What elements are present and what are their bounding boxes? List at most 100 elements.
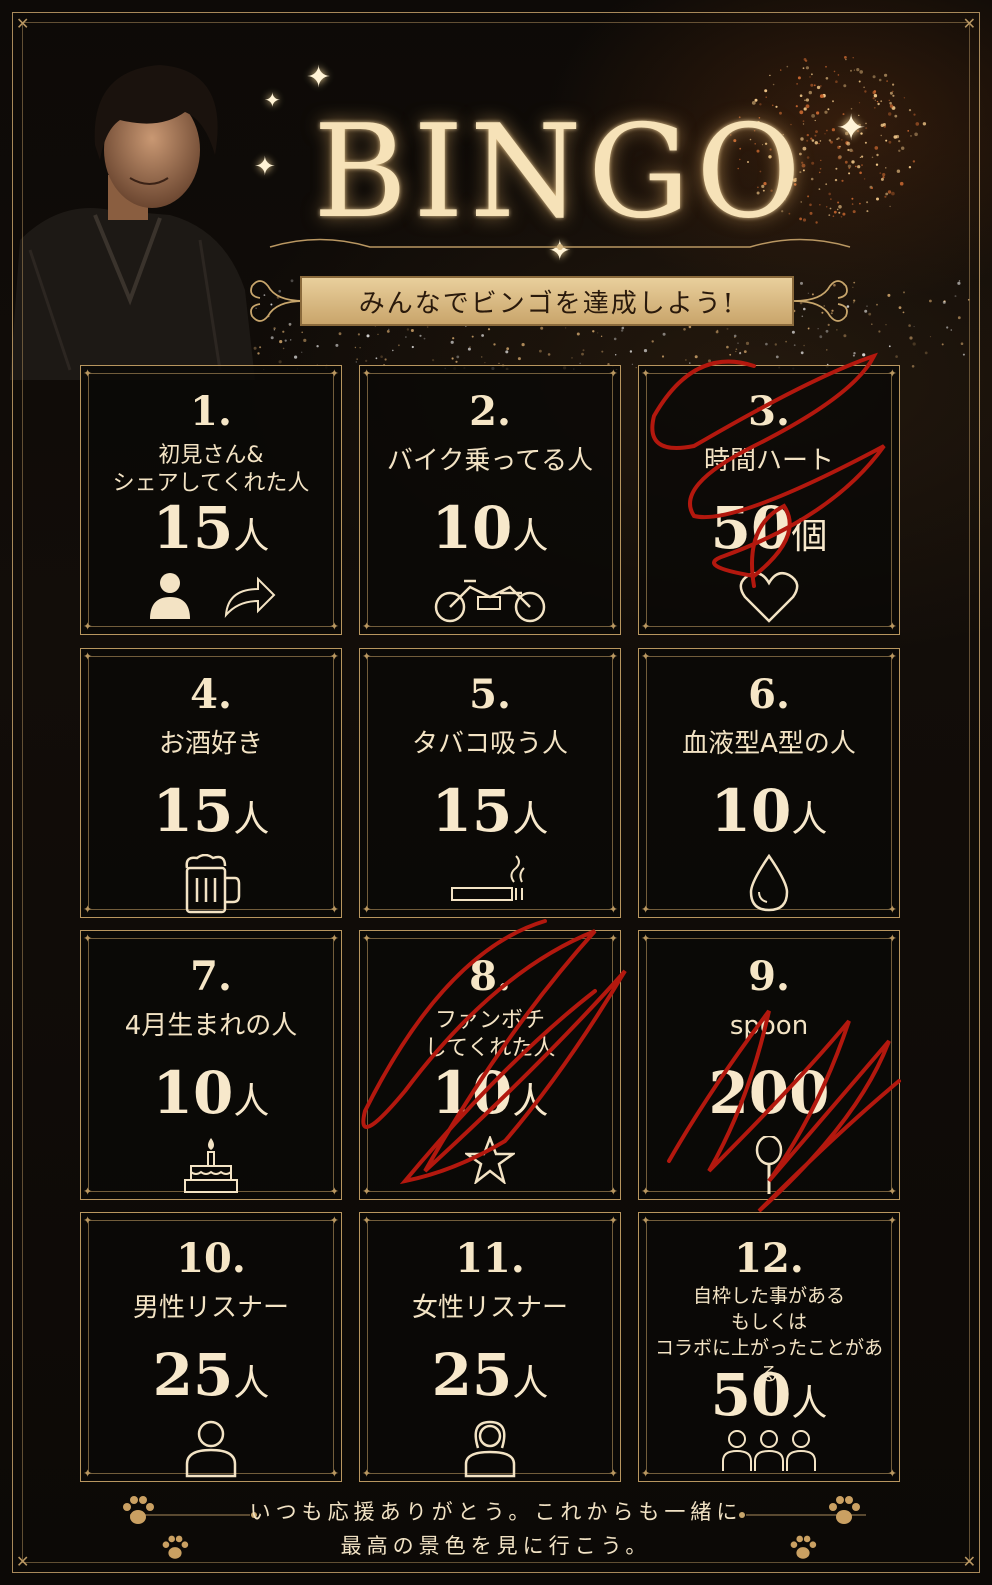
cell-goal: 25人 bbox=[81, 1341, 341, 1409]
cell-number: 9. bbox=[748, 953, 790, 1000]
cell-label-line: タバコ吸う人 bbox=[411, 729, 568, 759]
cell-goal-unit: 人 bbox=[233, 1081, 270, 1122]
cell-corner-ornament: ✦ bbox=[608, 620, 618, 633]
cell-label: 初見さん& シェアしてくれた人 bbox=[91, 442, 331, 498]
cell-corner-ornament: ✦ bbox=[608, 932, 618, 945]
cell-corner-ornament: ✦ bbox=[887, 367, 897, 380]
cell-label-line: 初見さん& bbox=[158, 443, 264, 468]
cell-corner-ornament: ✦ bbox=[329, 1467, 339, 1480]
cell-corner-ornament: ✦ bbox=[329, 650, 339, 663]
cell-corner-ornament: ✦ bbox=[362, 650, 372, 663]
cell-goal-unit: 人 bbox=[512, 799, 549, 840]
cell-corner-ornament: ✦ bbox=[887, 1214, 897, 1227]
sparkle-icon: ✦ bbox=[264, 88, 281, 112]
cell-corner-ornament: ✦ bbox=[608, 1214, 618, 1227]
paw-icon bbox=[162, 1535, 189, 1559]
cell-goal: 10人 bbox=[360, 1059, 620, 1127]
bingo-cell: ✦ ✦ ✦ ✦ 9. spoon 200 bbox=[638, 930, 901, 1213]
bingo-cell: ✦ ✦ ✦ ✦ 12. 自枠した事がある もしくは コラボに上がったことがある 50人 bbox=[638, 1212, 900, 1482]
bingo-cell: ✦ ✦ ✦ ✦ 10. 男性リスナー 25人 bbox=[80, 1212, 342, 1482]
paw-icon bbox=[123, 1496, 154, 1524]
cell-goal: 25人 bbox=[360, 1341, 620, 1409]
spoon-icon bbox=[749, 1134, 789, 1200]
cell-label-line: もしくは bbox=[730, 1311, 807, 1333]
cell-goal-unit: 人 bbox=[512, 1363, 549, 1404]
cell-corner-ornament: ✦ bbox=[641, 932, 651, 945]
cell-label-line: ファンボチ bbox=[434, 1008, 545, 1033]
cell-number: 6. bbox=[748, 671, 790, 718]
cell-goal: 10人 bbox=[360, 494, 620, 562]
cell-corner-ornament: ✦ bbox=[641, 1214, 651, 1227]
cell-corner-ornament: ✦ bbox=[329, 932, 339, 945]
bingo-cell: ✦ ✦ ✦ ✦ 7. 4月生まれの人 10人 bbox=[80, 930, 342, 1200]
cell-goal-unit: 人 bbox=[791, 1383, 828, 1424]
cell-corner-ornament: ✦ bbox=[887, 1467, 897, 1480]
cell-label: 女性リスナー bbox=[370, 1293, 610, 1323]
cell-corner-ornament: ✦ bbox=[608, 903, 618, 916]
motorcycle-icon bbox=[430, 571, 550, 629]
cigarette-icon bbox=[450, 854, 530, 912]
cell-corner-ornament: ✦ bbox=[83, 932, 93, 945]
cell-label: spoon bbox=[649, 1011, 889, 1041]
cell-goal: 10人 bbox=[81, 1059, 341, 1127]
cell-corner-ornament: ✦ bbox=[641, 367, 651, 380]
cell-goal-unit: 個 bbox=[791, 516, 828, 557]
cell-label: タバコ吸う人 bbox=[370, 729, 610, 759]
cell-number: 11. bbox=[455, 1235, 525, 1282]
bingo-cell: ✦ ✦ ✦ ✦ 5. タバコ吸う人 15人 bbox=[359, 648, 621, 918]
cell-label: 時間ハート bbox=[649, 446, 889, 476]
banner-flourish-right bbox=[793, 280, 848, 322]
cell-label-line: 男性リスナー bbox=[132, 1293, 289, 1323]
sparkle-icon: ✦ bbox=[836, 108, 867, 149]
birthday-cake-icon bbox=[181, 1136, 241, 1200]
cell-corner-ornament: ✦ bbox=[83, 1467, 93, 1480]
cell-corner-ornament: ✦ bbox=[329, 1214, 339, 1227]
cell-corner-ornament: ✦ bbox=[362, 1214, 372, 1227]
cell-corner-ornament: ✦ bbox=[83, 1214, 93, 1227]
bingo-cell: ✦ ✦ ✦ ✦ 8. ファンボチ してくれた人 10人 bbox=[359, 919, 627, 1200]
cell-goal: 15人 bbox=[81, 494, 341, 562]
cell-corner-ornament: ✦ bbox=[608, 1467, 618, 1480]
cell-goal-value: 15 bbox=[431, 777, 513, 845]
cell-corner-ornament: ✦ bbox=[641, 650, 651, 663]
user-share-icon bbox=[146, 571, 276, 625]
cell-label: ファンボチ してくれた人 bbox=[370, 1007, 610, 1063]
cell-corner-ornament: ✦ bbox=[887, 620, 897, 633]
subtitle-banner: みんなでビンゴを達成しよう! bbox=[300, 276, 794, 326]
cell-label-line: 血液型A型の人 bbox=[682, 729, 856, 759]
cell-corner-ornament: ✦ bbox=[83, 620, 93, 633]
cell-number: 10. bbox=[176, 1235, 246, 1282]
cell-label: バイク乗ってる人 bbox=[370, 446, 610, 476]
bingo-cell: ✦ ✦ ✦ ✦ 4. お酒好き 15人 bbox=[80, 648, 342, 918]
cell-corner-ornament: ✦ bbox=[362, 932, 372, 945]
title-flourish bbox=[269, 238, 851, 250]
cell-goal-value: 50 bbox=[710, 1361, 792, 1429]
cell-goal-unit: 人 bbox=[233, 1363, 270, 1404]
cell-corner-ornament: ✦ bbox=[83, 1185, 93, 1198]
cell-goal-value: 15 bbox=[152, 777, 234, 845]
female-user-icon bbox=[462, 1418, 518, 1482]
cell-number: 7. bbox=[190, 953, 232, 1000]
corner-ornament: ✕ bbox=[962, 14, 976, 33]
cell-corner-ornament: ✦ bbox=[362, 1185, 372, 1198]
cell-corner-ornament: ✦ bbox=[641, 1467, 651, 1480]
cell-corner-ornament: ✦ bbox=[887, 932, 897, 945]
bingo-cell: ✦ ✦ ✦ ✦ 3. 時間ハート 50個 bbox=[638, 352, 900, 635]
banner-flourish-left bbox=[250, 280, 305, 322]
cell-goal-unit: 人 bbox=[512, 1081, 549, 1122]
cell-goal-value: 10 bbox=[431, 494, 513, 562]
cell-number: 1. bbox=[190, 388, 232, 435]
group-users-icon bbox=[721, 1429, 817, 1477]
cell-corner-ornament: ✦ bbox=[887, 650, 897, 663]
bingo-cell: ✦ ✦ ✦ ✦ 1. 初見さん& シェアしてくれた人 15人 bbox=[80, 365, 342, 635]
cell-goal-unit: 人 bbox=[233, 799, 270, 840]
bingo-cell: ✦ ✦ ✦ ✦ 11. 女性リスナー 25人 bbox=[359, 1212, 621, 1482]
footer-message-line2: 最高の景色を見に行こう。 bbox=[340, 1534, 652, 1558]
cell-goal-unit: 人 bbox=[791, 799, 828, 840]
cell-goal-value: 10 bbox=[710, 777, 792, 845]
bingo-title: BINGO bbox=[313, 98, 807, 247]
cell-label: 血液型A型の人 bbox=[649, 729, 889, 759]
cell-goal-value: 10 bbox=[431, 1059, 513, 1127]
cell-corner-ornament: ✦ bbox=[887, 1185, 897, 1198]
cell-goal-unit: 人 bbox=[233, 516, 270, 557]
